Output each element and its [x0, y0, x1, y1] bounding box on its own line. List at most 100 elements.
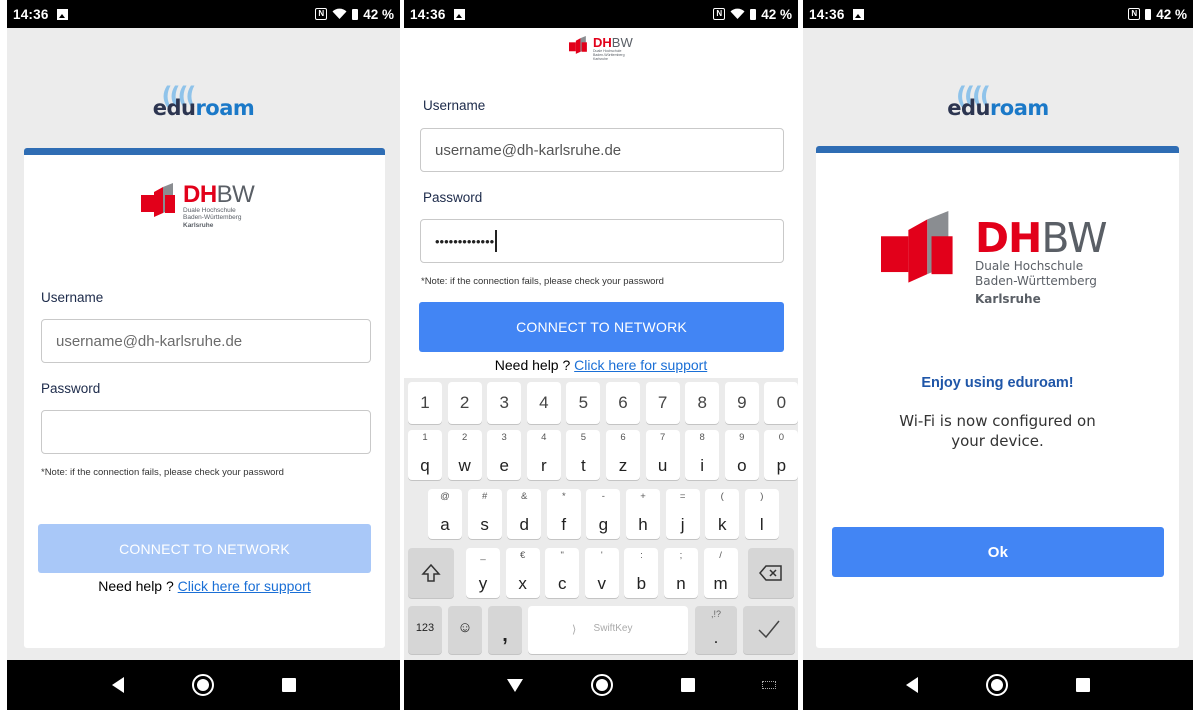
key-hint: 6 [620, 432, 626, 443]
password-field[interactable] [41, 410, 371, 454]
login-screen-keyboard: 14:36 N 42 % DHBW Duale Hochschule Baden… [404, 0, 798, 710]
back-icon[interactable] [906, 677, 918, 693]
key-l[interactable]: ) l [744, 489, 779, 539]
key-4[interactable]: 4 [526, 382, 561, 424]
keyboard-switch-icon[interactable] [762, 681, 776, 689]
battery-level: 42 % [761, 6, 792, 22]
key-label: 6 [618, 393, 628, 412]
success-message: Wi-Fi is now configured on your device. [816, 411, 1179, 451]
nfc-icon: N [713, 8, 726, 20]
dhbw-logo: DHBW Duale Hochschule Baden-Württemberg … [141, 181, 255, 230]
space-key[interactable]: ⟩ SwiftKey [528, 606, 688, 654]
success-screen: 14:36 N 42 % (((( eduroam DHBW Duale Hoc… [803, 0, 1193, 710]
form-area: DHBW Duale Hochschule Baden-Württemberg … [404, 28, 798, 378]
key-u[interactable]: 7u [645, 430, 680, 480]
key-label: f [561, 515, 567, 534]
key-3[interactable]: 3 [487, 382, 522, 424]
back-icon[interactable] [111, 677, 124, 693]
key-v[interactable]: ' v [584, 548, 619, 598]
ok-button[interactable]: Ok [832, 527, 1164, 577]
key-1[interactable]: 1 [408, 382, 442, 424]
key-9[interactable]: 9 [724, 382, 759, 424]
status-time: 14:36 [13, 6, 49, 22]
recent-apps-icon[interactable] [681, 678, 695, 692]
key-n[interactable]: ; n [664, 548, 698, 598]
key-m[interactable]: / m [703, 548, 738, 598]
username-field[interactable]: username@dh-karlsruhe.de [420, 128, 784, 172]
key-label: q [420, 456, 430, 475]
key-p[interactable]: 0p [764, 430, 798, 480]
recent-apps-icon[interactable] [1076, 678, 1090, 692]
key-z[interactable]: 6z [606, 430, 640, 480]
key-0[interactable]: 0 [764, 382, 798, 424]
key-f[interactable]: * f [546, 489, 581, 539]
connect-button-disabled[interactable]: CONNECT TO NETWORK [38, 524, 371, 573]
key-i[interactable]: 8i [685, 430, 720, 480]
symbols-key[interactable]: 123 [408, 606, 442, 654]
logo-line2: Baden-Württemberg [975, 274, 1097, 288]
key-x[interactable]: € x [505, 548, 540, 598]
key-t[interactable]: 5t [566, 430, 601, 480]
key-k[interactable]: (k [705, 489, 740, 539]
login-screen-empty: 14:36 N 42 % (((( eduroam DHBW Duale Hoc… [7, 0, 400, 710]
key-d[interactable]: & d [507, 489, 542, 539]
key-8[interactable]: 8 [685, 382, 720, 424]
key-label: y [478, 574, 488, 593]
connect-button[interactable]: CONNECT TO NETWORK [419, 302, 784, 352]
logo-dh: DH [183, 181, 217, 208]
eduroam-logo: (((( eduroam [803, 82, 1193, 120]
key-e[interactable]: 3e [487, 430, 522, 480]
username-field[interactable]: username@dh-karlsruhe.de [41, 319, 371, 363]
nav-bar [803, 660, 1193, 710]
shift-key[interactable] [408, 548, 454, 598]
key-label: w [458, 456, 471, 475]
home-icon[interactable] [986, 674, 1008, 696]
support-link[interactable]: Click here for support [178, 578, 311, 594]
password-field[interactable]: ••••••••••••• [420, 219, 784, 263]
key-r[interactable]: 4r [526, 430, 561, 480]
battery-icon [352, 8, 359, 20]
key-j[interactable]: = j [665, 489, 700, 539]
key-h[interactable]: + h [626, 489, 660, 539]
recent-apps-icon[interactable] [281, 678, 296, 692]
key-w[interactable]: 2w [447, 430, 482, 480]
help-prefix: Need help ? [98, 578, 174, 594]
backspace-key[interactable] [748, 548, 794, 598]
key-hint: 1 [422, 432, 428, 443]
key-s[interactable]: # s [467, 489, 502, 539]
logo-bw: BW [611, 35, 633, 50]
nfc-icon: N [315, 8, 328, 20]
dhbw-mark-icon [881, 211, 953, 283]
key-hint: - [601, 491, 605, 502]
home-icon[interactable] [191, 674, 214, 696]
key-b[interactable]: :b [624, 548, 659, 598]
key-a[interactable]: @ a [428, 489, 462, 539]
period-key[interactable]: ,!?. [695, 606, 737, 654]
success-heading: Enjoy using eduroam! [921, 375, 1074, 391]
key-o[interactable]: 9o [724, 430, 759, 480]
key-5[interactable]: 5 [566, 382, 601, 424]
key-hint: + [640, 491, 646, 502]
key-y[interactable]: _ y [466, 548, 500, 598]
key-label: 4 [539, 393, 549, 412]
key-6[interactable]: 6 [606, 382, 640, 424]
wifi-icon [332, 8, 347, 19]
key-hint: = [679, 491, 686, 502]
image-notification-icon [852, 8, 864, 20]
key-g[interactable]: -g [586, 489, 621, 539]
home-icon[interactable] [591, 674, 613, 696]
emoji-key[interactable]: ☺ [448, 606, 482, 654]
enter-key[interactable] [743, 606, 795, 654]
key-label: p [776, 456, 787, 475]
hide-keyboard-icon[interactable] [507, 678, 523, 692]
wifi-icon [730, 8, 745, 19]
battery-icon [1145, 8, 1152, 20]
key-q[interactable]: 1q [408, 430, 442, 480]
shift-icon [421, 563, 441, 582]
eduroam-logo-roam: roam [195, 96, 255, 120]
key-c[interactable]: " c [545, 548, 580, 598]
comma-key[interactable]: , [488, 606, 522, 654]
key-7[interactable]: 7 [645, 382, 680, 424]
support-link[interactable]: Click here for support [574, 357, 707, 373]
key-2[interactable]: 2 [447, 382, 482, 424]
